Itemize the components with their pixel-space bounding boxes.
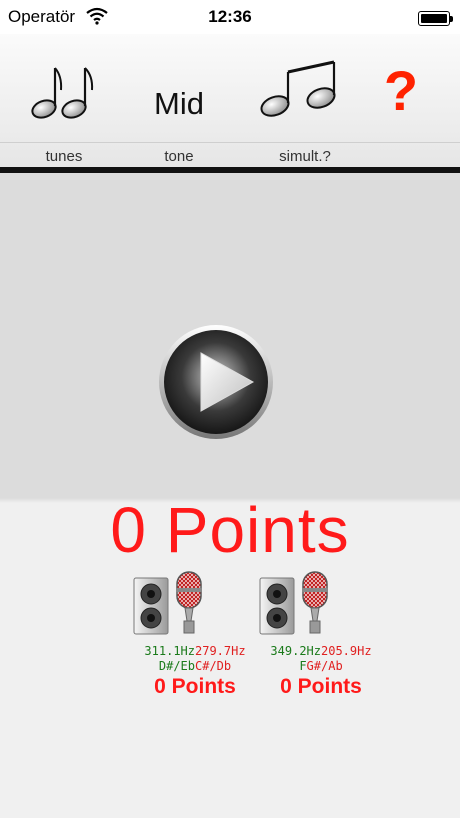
eighth-notes-icon [31, 67, 94, 119]
main-area: 0 Points 311.1Hz279.7Hz D#/EbC#/Db 0 Poi… [0, 173, 460, 818]
player-1-panel: 311.1Hz279.7Hz D#/EbC#/Db 0 Points [130, 571, 260, 698]
sung-frequency: 205.9Hz [321, 644, 372, 658]
played-note: F [299, 659, 307, 673]
note-readout: FG#/Ab [256, 659, 386, 673]
player-2-panel: 349.2Hz205.9Hz FG#/Ab 0 Points [256, 571, 386, 698]
tone-value: Mid [154, 86, 204, 121]
tone-label: tone [164, 148, 194, 165]
played-frequency: 349.2Hz [270, 644, 321, 658]
battery-icon [418, 11, 453, 26]
tunes-label: tunes [45, 148, 83, 165]
top-toolbar: tunes Mid tone simult.? ? [0, 34, 460, 167]
frequency-readout: 349.2Hz205.9Hz [256, 644, 386, 658]
frequency-readout: 311.1Hz279.7Hz [130, 644, 260, 658]
tunes-button[interactable]: tunes [18, 34, 110, 167]
sung-note: G#/Ab [306, 659, 343, 673]
speaker-icon[interactable] [133, 577, 169, 635]
status-bar: Operatör 12:36 [0, 0, 460, 34]
simultaneous-button[interactable]: simult.? [255, 34, 355, 167]
played-note: D#/Eb [158, 659, 195, 673]
microphone-icon[interactable] [174, 571, 204, 635]
help-button[interactable]: ? [376, 58, 426, 123]
total-points: 0 Points [110, 494, 350, 566]
sung-frequency: 279.7Hz [195, 644, 246, 658]
tone-button[interactable]: Mid tone [134, 34, 224, 167]
player-points: 0 Points [154, 675, 236, 698]
played-frequency: 311.1Hz [144, 644, 195, 658]
beamed-notes-icon [260, 60, 336, 117]
status-time: 12:36 [208, 7, 252, 26]
simult-label: simult.? [279, 148, 331, 165]
sung-note: C#/Db [195, 659, 232, 673]
note-readout: D#/EbC#/Db [130, 659, 260, 673]
speaker-icon[interactable] [259, 577, 295, 635]
player-points: 0 Points [280, 675, 362, 698]
microphone-icon[interactable] [300, 571, 330, 635]
play-button[interactable] [157, 323, 275, 441]
